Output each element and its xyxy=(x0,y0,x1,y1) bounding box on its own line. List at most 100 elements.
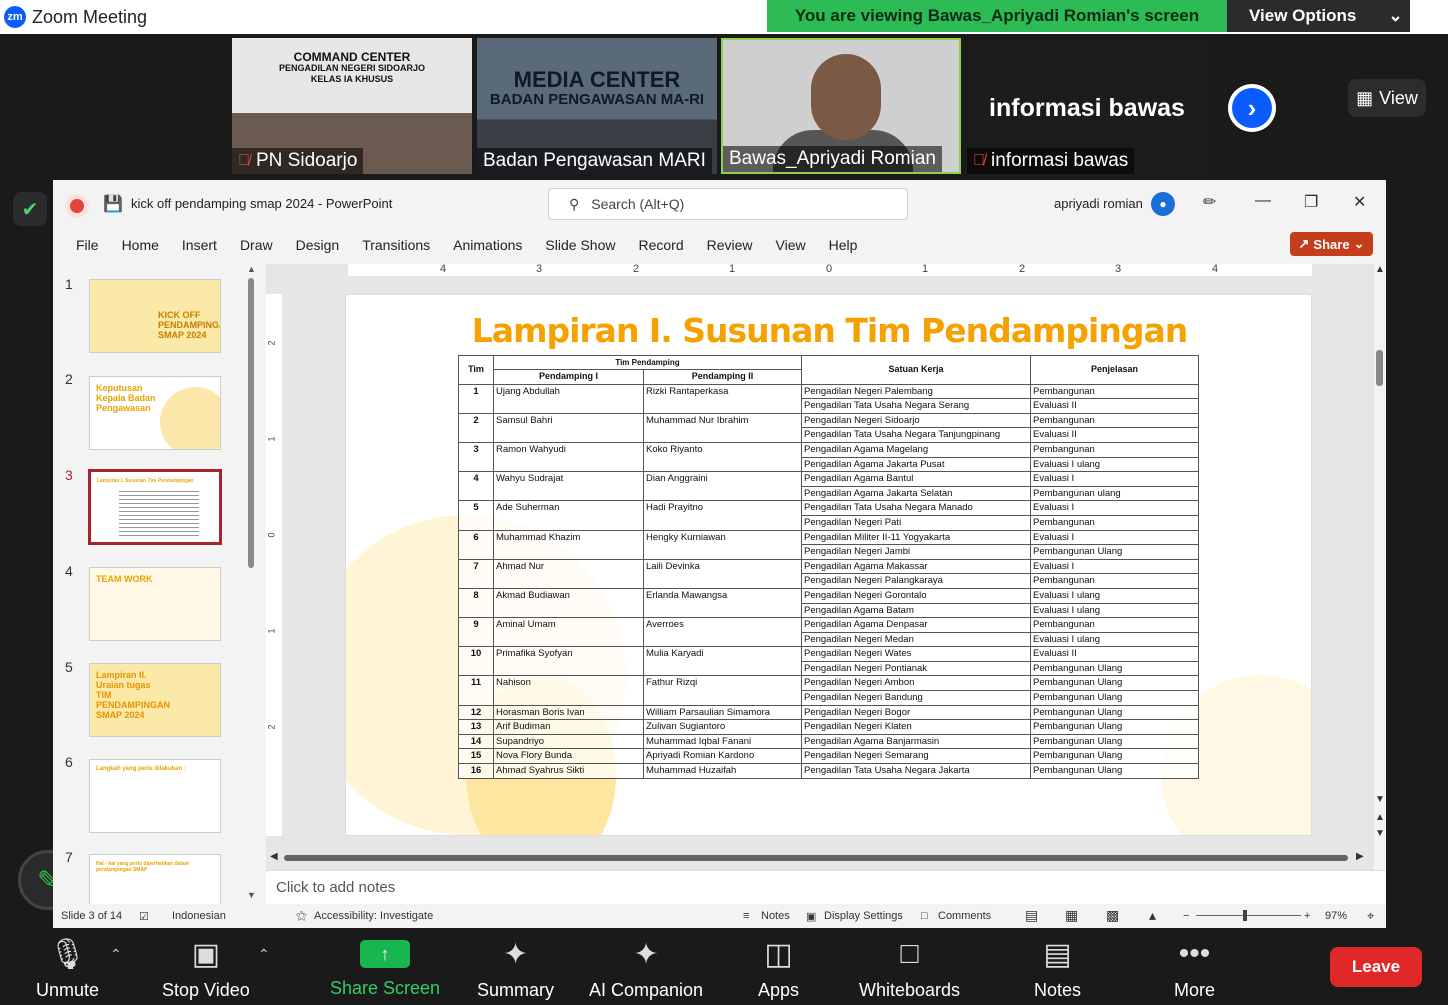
next-slide-icon[interactable]: ▼ xyxy=(1375,828,1385,839)
menu-slide-show[interactable]: Slide Show xyxy=(545,237,615,253)
penjelasan-cell[interactable]: Pembangunan Ulang xyxy=(1030,690,1199,706)
satuan-kerja-cell[interactable]: Pengadilan Negeri Wates xyxy=(801,646,1031,662)
pendamping-1-cell[interactable]: Nova Flory Bunda xyxy=(493,748,644,765)
minimize-icon[interactable]: — xyxy=(1255,192,1271,210)
satuan-kerja-cell[interactable]: Pengadilan Tata Usaha Negara Tanjungpina… xyxy=(801,427,1031,443)
penjelasan-cell[interactable]: Pembangunan Ulang xyxy=(1030,733,1199,750)
pendamping-1-cell[interactable]: Wahyu Sudrajat xyxy=(493,471,644,502)
zoom-level[interactable]: 97% xyxy=(1325,910,1347,922)
penjelasan-cell[interactable]: Pembangunan Ulang xyxy=(1030,748,1199,765)
penjelasan-cell[interactable]: Pembangunan xyxy=(1030,573,1199,589)
video-tile-informasi-bawas[interactable]: informasi bawas 🎙̸ informasi bawas xyxy=(967,38,1207,174)
ai-companion-button[interactable]: ✦ AI Companion xyxy=(589,936,703,1001)
zoom-slider-handle[interactable] xyxy=(1243,910,1247,921)
team-number[interactable]: 14 xyxy=(458,733,494,750)
scroll-thumb[interactable] xyxy=(248,278,254,568)
satuan-kerja-cell[interactable]: Pengadilan Negeri Klaten xyxy=(801,719,1031,735)
penjelasan-cell[interactable]: Pembangunan Ulang xyxy=(1030,763,1199,779)
penjelasan-cell[interactable]: Pembangunan Ulang xyxy=(1030,719,1199,735)
stop-video-button[interactable]: ▣ Stop Video xyxy=(162,936,250,1001)
penjelasan-cell[interactable]: Pembangunan Ulang xyxy=(1030,544,1199,560)
more-button[interactable]: ••• More xyxy=(1174,936,1215,1001)
pendamping-2-cell[interactable]: Dian Anggraini xyxy=(643,471,802,502)
pendamping-1-cell[interactable]: Ahmad Syahrus Sikti xyxy=(493,763,644,779)
team-number[interactable]: 9 xyxy=(458,617,494,648)
previous-slide-icon[interactable]: ▲ xyxy=(1375,812,1385,823)
pendamping-2-cell[interactable]: Erlanda Mawangsa xyxy=(643,587,802,619)
pendamping-1-cell[interactable]: Ujang Abdullah xyxy=(493,383,644,414)
menu-help[interactable]: Help xyxy=(829,237,858,253)
pendamping-1-cell[interactable]: Nahison xyxy=(493,675,644,706)
pendamping-1-cell[interactable]: Ade Suherman xyxy=(493,500,644,531)
menu-home[interactable]: Home xyxy=(122,237,159,253)
pendamping-1-cell[interactable]: Arif Budiman xyxy=(493,719,644,735)
satuan-kerja-cell[interactable]: Pengadilan Tata Usaha Negara Manado xyxy=(801,500,1031,516)
horizontal-scrollbar[interactable]: ◀ ▶ xyxy=(266,851,1374,864)
satuan-kerja-cell[interactable]: Pengadilan Militer II-11 Yogyakarta xyxy=(801,529,1031,546)
notes-button[interactable]: ▤ Notes xyxy=(1034,936,1081,1001)
team-number[interactable]: 8 xyxy=(458,587,494,619)
scroll-up-icon[interactable]: ▲ xyxy=(1375,264,1385,275)
satuan-kerja-cell[interactable]: Pengadilan Tata Usaha Negara Serang xyxy=(801,398,1031,414)
reading-view-icon[interactable]: ▩ xyxy=(1106,907,1119,924)
user-name[interactable]: apriyadi romian xyxy=(1054,196,1143,211)
satuan-kerja-cell[interactable]: Pengadilan Negeri Pati xyxy=(801,514,1031,531)
satuan-kerja-cell[interactable]: Pengadilan Negeri Palangkaraya xyxy=(801,573,1031,589)
menu-animations[interactable]: Animations xyxy=(453,237,522,253)
menu-view[interactable]: View xyxy=(776,237,806,253)
share-button[interactable]: ↗ Share ⌄ xyxy=(1290,232,1373,256)
pendamping-1-cell[interactable]: Aminal Umam xyxy=(493,617,644,648)
view-layout-button[interactable]: ▦ View xyxy=(1348,79,1426,117)
security-shield-icon[interactable]: ✔ xyxy=(13,192,47,226)
penjelasan-cell[interactable]: Evaluasi I ulang xyxy=(1030,602,1199,619)
pendamping-2-cell[interactable]: Mulia Karyadi xyxy=(643,646,802,677)
penjelasan-cell[interactable]: Evaluasi II xyxy=(1030,427,1199,443)
menu-record[interactable]: Record xyxy=(638,237,683,253)
video-tile-pn-sidoarjo[interactable]: COMMAND CENTER PENGADILAN NEGERI SIDOARJ… xyxy=(232,38,472,174)
notes-pane[interactable]: Click to add notes xyxy=(266,870,1386,904)
team-number[interactable]: 10 xyxy=(458,646,494,677)
satuan-kerja-cell[interactable]: Pengadilan Tata Usaha Negara Jakarta xyxy=(801,763,1031,779)
satuan-kerja-cell[interactable]: Pengadilan Negeri Medan xyxy=(801,631,1031,648)
penjelasan-cell[interactable]: Evaluasi I ulang xyxy=(1030,456,1199,473)
menu-file[interactable]: File xyxy=(76,237,99,253)
notes-toggle[interactable]: Notes xyxy=(761,910,790,922)
team-number[interactable]: 7 xyxy=(458,558,494,589)
pendamping-1-cell[interactable]: Ahmad Nur xyxy=(493,558,644,589)
pendamping-2-cell[interactable]: Muhammad Nur Ibrahim xyxy=(643,412,802,443)
current-slide[interactable]: Lampiran I. Susunan Tim Pendampingan Tim… xyxy=(345,294,1312,836)
language-indicator[interactable]: Indonesian xyxy=(172,910,226,922)
slide-sorter-icon[interactable]: ▦ xyxy=(1065,907,1078,924)
vertical-scrollbar[interactable]: ▲ ▼ ▲ ▼ xyxy=(1373,264,1386,854)
penjelasan-cell[interactable]: Pembangunan xyxy=(1030,412,1199,429)
scroll-right-icon[interactable]: ▶ xyxy=(1356,851,1364,862)
menu-insert[interactable]: Insert xyxy=(182,237,217,253)
slide-thumbnail-2[interactable]: Keputusan Kepala Badan Pengawasan xyxy=(89,376,221,450)
satuan-kerja-cell[interactable]: Pengadilan Agama Batam xyxy=(801,602,1031,619)
pendamping-1-cell[interactable]: Muhammad Khazim xyxy=(493,529,644,560)
zoom-in-icon[interactable]: + xyxy=(1304,910,1310,922)
pendamping-2-cell[interactable]: Laili Devinka xyxy=(643,558,802,589)
pendamping-2-cell[interactable]: Averroes xyxy=(643,617,802,648)
pendamping-1-cell[interactable]: Samsul Bahri xyxy=(493,412,644,443)
pendamping-2-cell[interactable]: Apriyadi Romian Kardono xyxy=(643,748,802,765)
thumbnail-scrollbar[interactable]: ▲ ▼ xyxy=(245,264,257,904)
pendamping-2-cell[interactable]: Hadi Prayitno xyxy=(643,500,802,531)
team-table[interactable]: Tim Tim Pendamping Satuan Kerja Penjelas… xyxy=(458,355,1199,779)
satuan-kerja-cell[interactable]: Pengadilan Agama Denpasar xyxy=(801,617,1031,633)
team-number[interactable]: 16 xyxy=(458,763,494,779)
pendamping-1-cell[interactable]: Horasman Boris Ivan xyxy=(493,704,644,721)
team-number[interactable]: 15 xyxy=(458,748,494,765)
team-number[interactable]: 12 xyxy=(458,704,494,721)
penjelasan-cell[interactable]: Evaluasi I xyxy=(1030,471,1199,487)
pendamping-1-cell[interactable]: Akmad Budiawan xyxy=(493,587,644,619)
team-number[interactable]: 2 xyxy=(458,412,494,443)
chevron-up-icon[interactable]: ⌃ xyxy=(258,946,270,963)
penjelasan-cell[interactable]: Evaluasi I xyxy=(1030,558,1199,575)
team-number[interactable]: 3 xyxy=(458,441,494,473)
slide-thumbnail-5[interactable]: Lampiran II. Uraian tugas TIM PENDAMPING… xyxy=(89,663,221,737)
next-page-button[interactable]: › xyxy=(1228,84,1276,132)
team-number[interactable]: 6 xyxy=(458,529,494,560)
penjelasan-cell[interactable]: Pembangunan xyxy=(1030,383,1199,400)
satuan-kerja-cell[interactable]: Pengadilan Negeri Ambon xyxy=(801,675,1031,692)
